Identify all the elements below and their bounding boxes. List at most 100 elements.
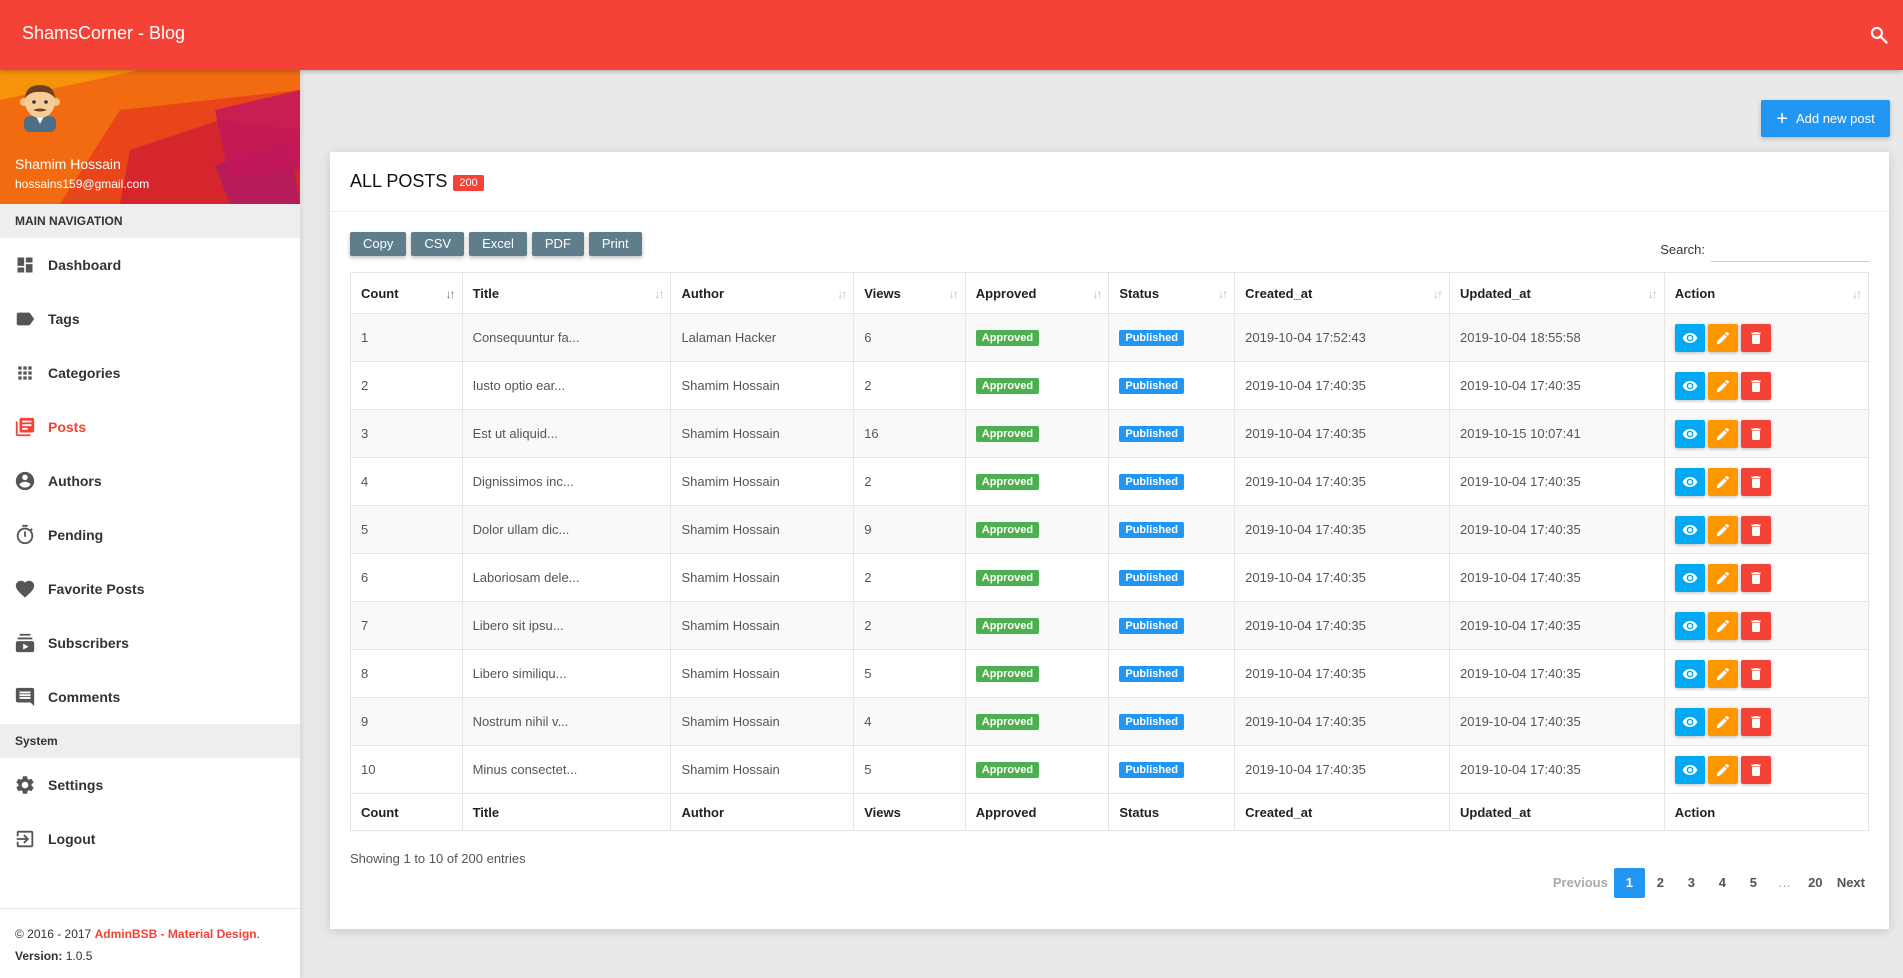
column-header[interactable]: Action ↓↑ [1663, 272, 1870, 314]
column-header[interactable]: Count ↓↑ [350, 272, 463, 314]
view-button[interactable] [1674, 755, 1705, 784]
page-button-2[interactable]: 2 [1645, 868, 1676, 898]
delete-button[interactable] [1740, 419, 1771, 448]
view-button[interactable] [1674, 611, 1705, 640]
status-badge-cell: Published [1108, 313, 1236, 362]
sidebar-item-dashboard[interactable]: Dashboard [0, 238, 300, 292]
eye-icon [1682, 764, 1698, 775]
column-header[interactable]: Created_at ↓↑ [1234, 272, 1450, 314]
pdf-button[interactable]: PDF [531, 232, 584, 256]
sidebar-item-categories[interactable]: Categories [0, 346, 300, 400]
previous-page-button[interactable]: Previous [1547, 868, 1614, 898]
sidebar-item-settings[interactable]: Settings [0, 758, 300, 812]
column-header[interactable]: Title ↓↑ [461, 272, 672, 314]
column-footer: Title [461, 793, 672, 831]
action-cell [1663, 745, 1870, 794]
page-button-3[interactable]: 3 [1676, 868, 1707, 898]
eye-icon [1682, 572, 1698, 583]
sidebar-item-pending[interactable]: Pending [0, 508, 300, 562]
row-count: 7 [350, 601, 463, 650]
edit-button[interactable] [1707, 371, 1738, 400]
main-navigation-header: MAIN NAVIGATION [0, 204, 300, 238]
created-at: 2019-10-04 17:40:35 [1234, 457, 1450, 506]
column-header[interactable]: Updated_at ↓↑ [1448, 272, 1665, 314]
created-at: 2019-10-04 17:40:35 [1234, 697, 1450, 746]
view-button[interactable] [1674, 419, 1705, 448]
table-header: Count ↓↑ Title ↓↑ Author ↓↑ Views ↓↑ Approved ↓↑ S… [350, 272, 1870, 314]
copy-button[interactable]: Copy [350, 232, 407, 256]
delete-button[interactable] [1740, 467, 1771, 496]
view-button[interactable] [1674, 323, 1705, 352]
view-button[interactable] [1674, 371, 1705, 400]
status-badge-cell: Published [1108, 649, 1236, 698]
page-button-4[interactable]: 4 [1707, 868, 1738, 898]
delete-button[interactable] [1740, 371, 1771, 400]
page-button-1[interactable]: 1 [1613, 868, 1645, 898]
table-row: 6 Laboriosam dele... Shamim Hossain 2 Approv… [350, 553, 1870, 602]
edit-button[interactable] [1707, 707, 1738, 736]
next-page-button[interactable]: Next [1831, 868, 1871, 898]
delete-button[interactable] [1740, 707, 1771, 736]
edit-button[interactable] [1707, 659, 1738, 688]
page-button-20[interactable]: 20 [1800, 868, 1831, 898]
csv-button[interactable]: CSV [411, 232, 465, 256]
edit-button[interactable] [1707, 515, 1738, 544]
delete-button[interactable] [1740, 563, 1771, 592]
trash-icon [1751, 475, 1761, 488]
post-title: Consequuntur fa... [461, 313, 672, 362]
delete-button[interactable] [1740, 515, 1771, 544]
page-button-5[interactable]: 5 [1738, 868, 1769, 898]
row-count: 9 [350, 697, 463, 746]
delete-button[interactable] [1740, 323, 1771, 352]
adminbsb-link[interactable]: AdminBSB - Material Design [95, 927, 257, 941]
trash-icon [1751, 571, 1761, 584]
column-header[interactable]: Views ↓↑ [853, 272, 966, 314]
eye-icon [1682, 380, 1698, 391]
column-header[interactable]: Author ↓↑ [670, 272, 855, 314]
created-at: 2019-10-04 17:40:35 [1234, 745, 1450, 794]
sidebar-item-authors[interactable]: Authors [0, 454, 300, 508]
sidebar-item-logout[interactable]: Logout [0, 812, 300, 866]
add-new-post-label: Add new post [1795, 111, 1875, 126]
edit-button[interactable] [1707, 467, 1738, 496]
user-name[interactable]: Shamim Hossain [15, 156, 121, 172]
edit-button[interactable] [1707, 755, 1738, 784]
print-button[interactable]: Print [588, 232, 642, 256]
view-button[interactable] [1674, 467, 1705, 496]
export-buttons: Copy CSV Excel PDF Print [350, 232, 647, 256]
view-button[interactable] [1674, 515, 1705, 544]
view-button[interactable] [1674, 659, 1705, 688]
updated-at: 2019-10-04 18:55:58 [1448, 313, 1665, 362]
post-title: Dolor ullam dic... [461, 505, 672, 554]
edit-button[interactable] [1707, 611, 1738, 640]
post-author: Shamim Hossain [670, 697, 855, 746]
search-label: Search: [1660, 241, 1705, 257]
sidebar-item-label: Comments [48, 689, 121, 705]
sidebar-item-favorite-posts[interactable]: Favorite Posts [0, 562, 300, 616]
column-header[interactable]: Status ↓↑ [1108, 272, 1236, 314]
brand-title[interactable]: ShamsCorner - Blog [22, 23, 185, 44]
delete-button[interactable] [1740, 611, 1771, 640]
label-icon [14, 308, 36, 330]
add-new-post-button[interactable]: + Add new post [1761, 100, 1890, 137]
edit-button[interactable] [1707, 419, 1738, 448]
status-badge: Published [1119, 378, 1184, 394]
search-icon[interactable] [1869, 25, 1889, 45]
search-input[interactable] [1711, 236, 1869, 262]
edit-button[interactable] [1707, 563, 1738, 592]
sidebar-item-tags[interactable]: Tags [0, 292, 300, 346]
sidebar-item-subscribers[interactable]: Subscribers [0, 616, 300, 670]
view-button[interactable] [1674, 707, 1705, 736]
copyright-text: © 2016 - 2017 [15, 927, 92, 941]
delete-button[interactable] [1740, 659, 1771, 688]
avatar[interactable] [16, 80, 64, 132]
sidebar-item-comments[interactable]: Comments [0, 670, 300, 724]
action-cell [1663, 361, 1870, 410]
column-header[interactable]: Approved ↓↑ [964, 272, 1110, 314]
delete-button[interactable] [1740, 755, 1771, 784]
view-button[interactable] [1674, 563, 1705, 592]
updated-at: 2019-10-04 17:40:35 [1448, 745, 1665, 794]
sidebar-item-posts[interactable]: Posts [0, 400, 300, 454]
edit-button[interactable] [1707, 323, 1738, 352]
excel-button[interactable]: Excel [469, 232, 527, 256]
